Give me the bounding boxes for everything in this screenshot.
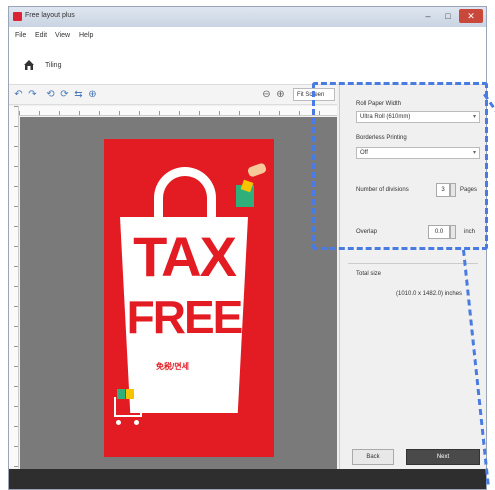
close-button[interactable]: ✕ — [459, 9, 483, 23]
zoom-out-icon[interactable]: ⊖ — [261, 89, 272, 100]
menu-help[interactable]: Help — [79, 32, 93, 39]
title-bar: Free layout plus – □ ✕ — [9, 7, 486, 27]
highlight-callout — [312, 82, 488, 250]
status-bar — [9, 469, 486, 489]
poster-text-free: FREE — [126, 291, 244, 343]
vertical-ruler — [9, 106, 19, 468]
edit-toolbar: ↶ ↷ ⟲ ⟳ ⇆ ⊕ ⊖ ⊕ Fit Screen — [9, 85, 337, 105]
zoom-in-icon[interactable]: ⊕ — [275, 89, 286, 100]
menu-bar: File Edit View Help — [9, 27, 486, 47]
window-title: Free layout plus — [25, 12, 75, 19]
app-icon — [13, 12, 22, 21]
horizontal-ruler — [19, 106, 337, 116]
tiling-label: Tiling — [45, 62, 62, 69]
total-size-value: (1010.0 x 1482.0) inches — [396, 291, 463, 297]
fit-icon[interactable]: ⊕ — [87, 89, 98, 100]
poster-preview[interactable]: TAX FREE 免税/면세 — [104, 139, 274, 457]
home-bar: Tiling — [9, 47, 486, 85]
flip-icon[interactable]: ⇆ — [73, 89, 84, 100]
menu-view[interactable]: View — [55, 32, 70, 39]
panel-divider — [348, 263, 478, 264]
total-size-label: Total size — [356, 271, 382, 277]
home-icon[interactable] — [23, 59, 35, 71]
poster-text-tax: TAX — [133, 225, 237, 288]
cart-wheel — [116, 420, 121, 425]
next-button[interactable]: Next — [406, 449, 480, 465]
shopping-cart-icon — [114, 397, 142, 417]
redo-icon[interactable]: ↷ — [27, 89, 38, 100]
minimize-button[interactable]: – — [419, 9, 437, 23]
hand-icon — [246, 162, 268, 178]
menu-file[interactable]: File — [15, 32, 26, 39]
maximize-button[interactable]: □ — [439, 9, 457, 23]
back-button[interactable]: Back — [352, 449, 394, 465]
cart-wheel — [134, 420, 139, 425]
undo-icon[interactable]: ↶ — [13, 89, 24, 100]
poster-subtext: 免税/면세 — [156, 362, 189, 371]
rotate-left-icon[interactable]: ⟲ — [45, 89, 56, 100]
preview-canvas[interactable]: TAX FREE 免税/면세 — [20, 117, 337, 469]
rotate-right-icon[interactable]: ⟳ — [59, 89, 70, 100]
menu-edit[interactable]: Edit — [35, 32, 47, 39]
